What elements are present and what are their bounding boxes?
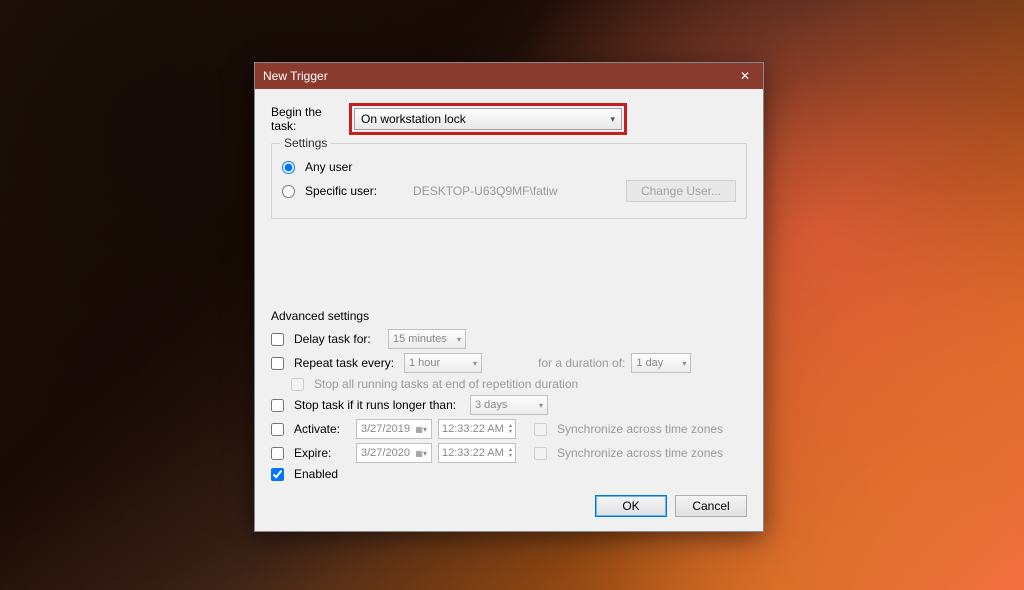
spinner-icon: ▴▾ xyxy=(509,423,512,435)
expire-sync-checkbox xyxy=(534,447,547,460)
delay-label: Delay task for: xyxy=(294,332,382,346)
delay-select[interactable]: 15 minutes ▾ xyxy=(388,329,466,349)
begin-task-label: Begin the task: xyxy=(271,105,349,133)
expire-date-input[interactable]: 3/27/2020 ▦▾ xyxy=(356,443,432,463)
spinner-icon: ▴▾ xyxy=(509,447,512,459)
activate-checkbox[interactable] xyxy=(271,423,284,436)
duration-select[interactable]: 1 day ▾ xyxy=(631,353,691,373)
stop-if-select[interactable]: 3 days ▾ xyxy=(470,395,548,415)
chevron-down-icon: ▾ xyxy=(682,359,686,368)
calendar-icon: ▦▾ xyxy=(415,449,427,458)
settings-group-title: Settings xyxy=(280,136,331,150)
enabled-label: Enabled xyxy=(294,467,338,481)
dialog-title: New Trigger xyxy=(263,69,328,83)
expire-time-input[interactable]: 12:33:22 AM ▴▾ xyxy=(438,443,516,463)
new-trigger-dialog: New Trigger ✕ Begin the task: On worksta… xyxy=(254,62,764,532)
stop-all-checkbox xyxy=(291,378,304,391)
specific-user-value: DESKTOP-U63Q9MF\fatiw xyxy=(413,184,620,198)
advanced-settings-title: Advanced settings xyxy=(271,309,747,323)
change-user-button[interactable]: Change User... xyxy=(626,180,736,202)
any-user-label: Any user xyxy=(305,160,352,174)
duration-label: for a duration of: xyxy=(538,356,625,370)
repeat-select[interactable]: 1 hour ▾ xyxy=(404,353,482,373)
enabled-checkbox[interactable] xyxy=(271,468,284,481)
chevron-down-icon: ▾ xyxy=(457,335,461,344)
expire-sync-label: Synchronize across time zones xyxy=(557,446,723,460)
begin-task-value: On workstation lock xyxy=(361,112,466,126)
expire-label: Expire: xyxy=(294,446,350,460)
activate-date-input[interactable]: 3/27/2019 ▦▾ xyxy=(356,419,432,439)
activate-sync-checkbox xyxy=(534,423,547,436)
cancel-button[interactable]: Cancel xyxy=(675,495,747,517)
any-user-radio[interactable] xyxy=(282,161,295,174)
chevron-down-icon: ▾ xyxy=(473,359,477,368)
begin-task-dropdown[interactable]: On workstation lock ▾ xyxy=(354,108,622,130)
delay-checkbox[interactable] xyxy=(271,333,284,346)
activate-time-input[interactable]: 12:33:22 AM ▴▾ xyxy=(438,419,516,439)
settings-group: Settings Any user Specific user: DESKTOP… xyxy=(271,143,747,219)
calendar-icon: ▦▾ xyxy=(415,425,427,434)
titlebar[interactable]: New Trigger ✕ xyxy=(255,63,763,89)
ok-button[interactable]: OK xyxy=(595,495,667,517)
specific-user-radio[interactable] xyxy=(282,185,295,198)
repeat-checkbox[interactable] xyxy=(271,357,284,370)
activate-sync-label: Synchronize across time zones xyxy=(557,422,723,436)
chevron-down-icon: ▾ xyxy=(610,114,615,125)
stop-all-label: Stop all running tasks at end of repetit… xyxy=(314,377,578,391)
repeat-label: Repeat task every: xyxy=(294,356,398,370)
stop-if-checkbox[interactable] xyxy=(271,399,284,412)
close-icon[interactable]: ✕ xyxy=(735,69,755,83)
begin-task-highlight: On workstation lock ▾ xyxy=(349,103,627,135)
specific-user-label: Specific user: xyxy=(305,184,377,198)
stop-if-label: Stop task if it runs longer than: xyxy=(294,398,464,412)
chevron-down-icon: ▾ xyxy=(539,401,543,410)
expire-checkbox[interactable] xyxy=(271,447,284,460)
activate-label: Activate: xyxy=(294,422,350,436)
